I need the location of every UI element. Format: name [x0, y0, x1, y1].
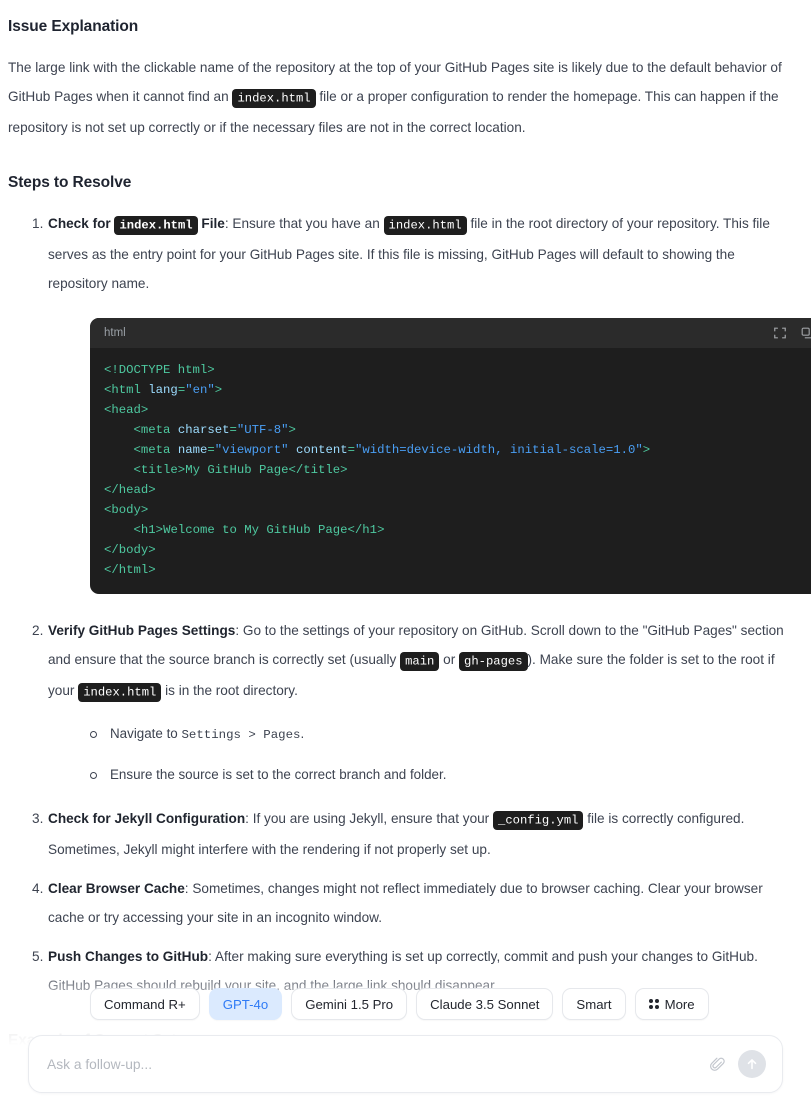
copy-icon[interactable] — [800, 326, 811, 340]
inline-code-step1-lead: index.html — [114, 215, 198, 235]
model-chip-label: More — [664, 996, 695, 1012]
substep-1-text-b: . — [300, 726, 305, 741]
model-chip-claude-35-sonnet[interactable]: Claude 3.5 Sonnet — [416, 988, 554, 1020]
inline-code-index-html: index.html — [232, 88, 316, 108]
steps-title: Steps to Resolve — [8, 174, 132, 191]
paperclip-icon[interactable] — [709, 1056, 726, 1073]
issue-paragraph: The large link with the clickable name o… — [6, 53, 797, 142]
steps-list: Check for index.html File: Ensure that y… — [6, 209, 811, 1000]
step-3-lead: Check for Jekyll Configuration — [48, 811, 246, 826]
model-chip-label: GPT-4o — [222, 996, 269, 1012]
page-title: Issue Explanation — [8, 18, 139, 35]
model-chip-label: Claude 3.5 Sonnet — [430, 996, 540, 1012]
substep-1-text-a: Navigate to — [110, 726, 182, 741]
answer-content: Issue Explanation The large link with th… — [0, 0, 811, 1106]
inline-code-gh-pages: gh-pages — [459, 651, 528, 671]
code-block: html <!DOCTYPE html> <html lang="en"> <h… — [90, 318, 811, 594]
step-4-lead: Clear Browser Cache — [48, 881, 185, 896]
search-input[interactable] — [47, 1056, 709, 1072]
step-2-text-d: is in the root directory. — [161, 683, 298, 698]
step-item-2: Verify GitHub Pages Settings: Go to the … — [6, 616, 797, 786]
substep-item-1: Navigate to Settings > Pages. — [90, 723, 797, 746]
model-chip-label: Smart — [576, 996, 612, 1012]
step-item-1: Check for index.html File: Ensure that y… — [6, 209, 811, 594]
code-block-body: <!DOCTYPE html> <html lang="en"> <head> … — [104, 363, 651, 577]
expand-icon[interactable] — [773, 326, 787, 340]
send-button[interactable] — [738, 1050, 766, 1078]
substep-code-settings-pages: Settings > Pages — [181, 728, 301, 742]
model-chip-smart[interactable]: Smart — [562, 988, 626, 1020]
step-1-lead-b: File — [197, 216, 225, 231]
step-item-3: Check for Jekyll Configuration: If you a… — [6, 804, 797, 864]
inline-code-main: main — [400, 651, 440, 671]
bottom-bar: Command R+ GPT-4o Gemini 1.5 Pro Claude … — [0, 988, 811, 1109]
model-chip-command-r-plus[interactable]: Command R+ — [90, 988, 200, 1020]
model-chip-gemini-15-pro[interactable]: Gemini 1.5 Pro — [291, 988, 408, 1020]
substeps-list: Navigate to Settings > Pages. Ensure the… — [48, 723, 797, 786]
model-chip-more[interactable]: More — [634, 988, 709, 1020]
code-block-header: html — [90, 318, 811, 348]
grid-dots-icon — [648, 999, 659, 1009]
step-2-lead: Verify GitHub Pages Settings — [48, 623, 236, 638]
inline-code-config-yml: _config.yml — [493, 810, 584, 830]
model-selector: Command R+ GPT-4o Gemini 1.5 Pro Claude … — [28, 988, 783, 1020]
inline-code-step2-index: index.html — [78, 682, 162, 702]
step-5-lead: Push Changes to GitHub — [48, 949, 209, 964]
model-chip-gpt-4o[interactable]: GPT-4o — [208, 988, 283, 1020]
substep-item-2: Ensure the source is set to the correct … — [90, 764, 797, 786]
composer[interactable] — [28, 1035, 783, 1093]
step-2-text-b: or — [439, 652, 460, 667]
model-chip-label: Command R+ — [104, 996, 186, 1012]
step-1-text-a: : Ensure that you have an — [224, 216, 384, 231]
step-3-text-a: : If you are using Jekyll, ensure that y… — [245, 811, 493, 826]
step-item-4: Clear Browser Cache: Sometimes, changes … — [6, 874, 797, 932]
step-1-lead: Check for index.html File — [48, 215, 225, 235]
model-chip-label: Gemini 1.5 Pro — [305, 996, 394, 1012]
inline-code-step1-body: index.html — [383, 215, 467, 235]
composer-actions — [709, 1050, 766, 1078]
step-1-lead-a: Check for — [48, 216, 115, 231]
arrow-up-icon — [747, 1059, 757, 1070]
substep-2-text: Ensure the source is set to the correct … — [110, 767, 447, 782]
code-block-actions — [773, 326, 811, 340]
code-language-label: html — [104, 326, 126, 339]
